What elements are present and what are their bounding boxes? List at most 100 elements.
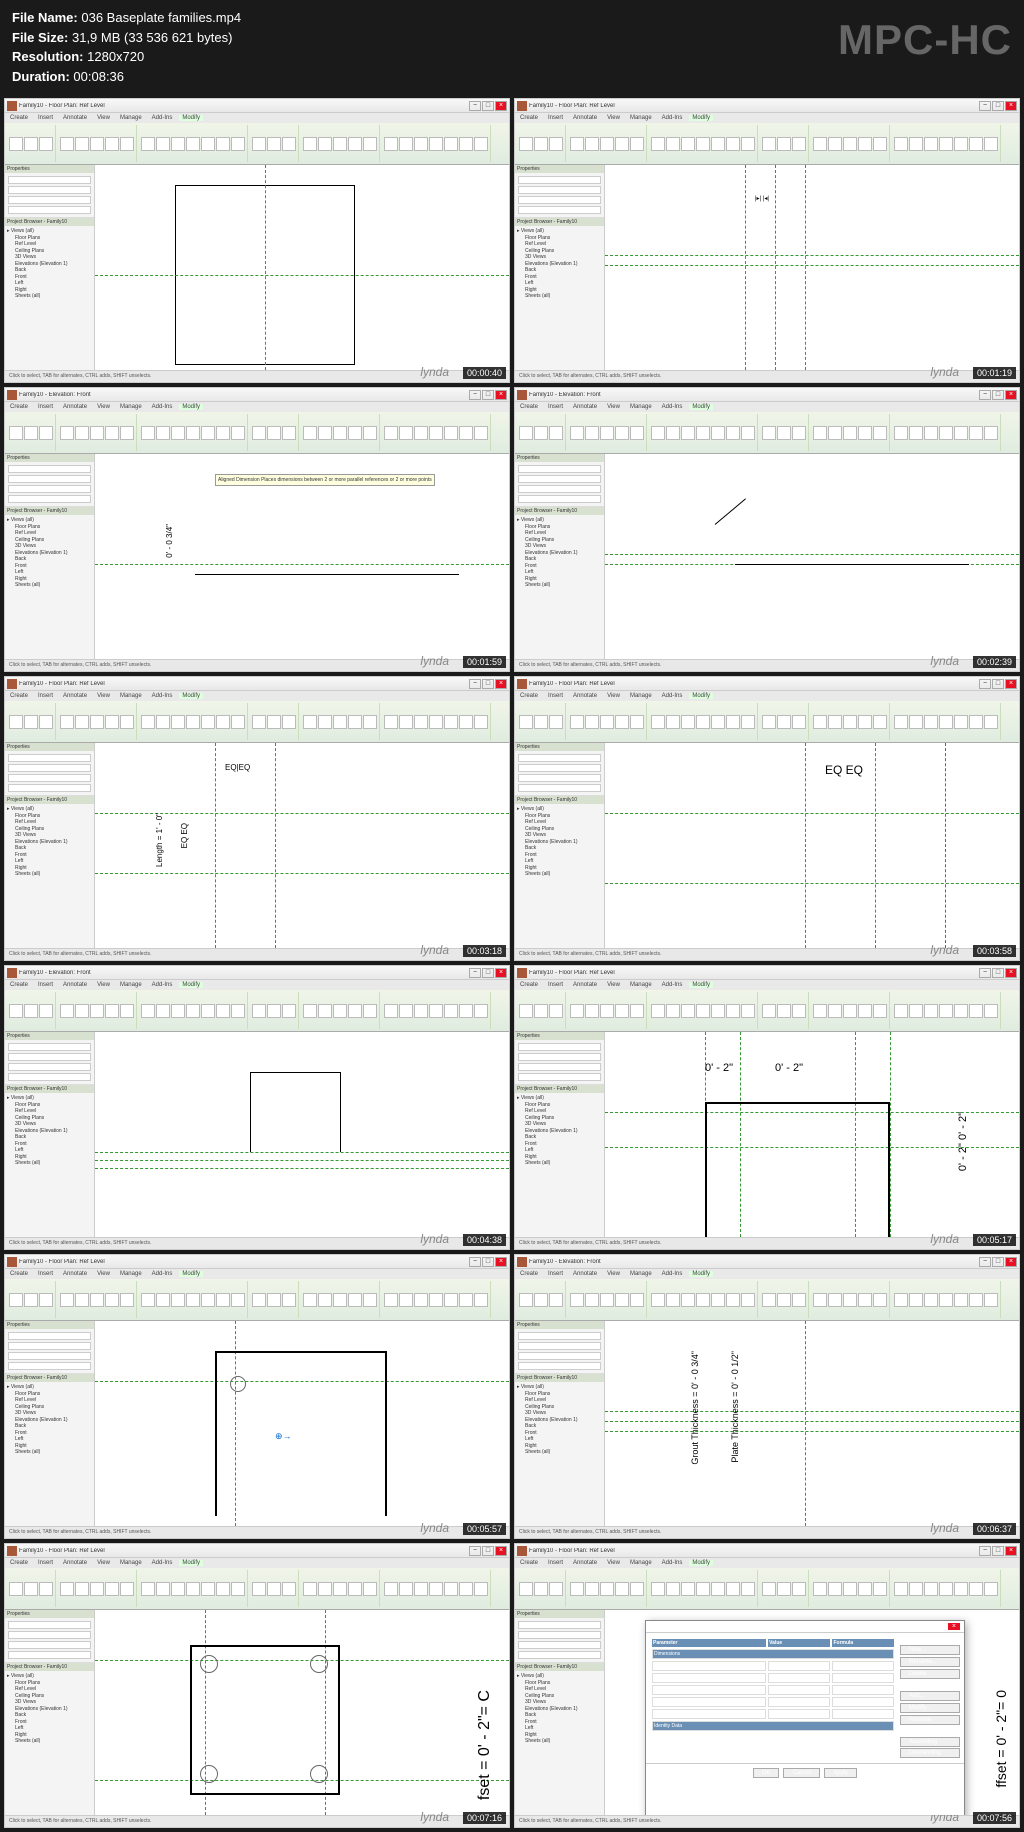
video-thumbnail[interactable]: Family10 - Elevation: Front − □ × Create…: [514, 387, 1020, 672]
ribbon-button[interactable]: ▪: [60, 1004, 74, 1018]
ribbon-tab[interactable]: Modify: [689, 1560, 713, 1566]
ribbon-button[interactable]: ▪: [570, 426, 584, 440]
ribbon-button[interactable]: ▪: [24, 1582, 38, 1596]
ribbon-button[interactable]: ▪: [348, 1582, 362, 1596]
drawing-canvas[interactable]: Aligned Dimension Places dimensions betw…: [95, 454, 509, 659]
ribbon-button[interactable]: ▪: [429, 715, 443, 729]
ribbon-button[interactable]: ▪: [399, 1293, 413, 1307]
ribbon-button[interactable]: ▪: [171, 1293, 185, 1307]
ribbon-button[interactable]: ▪: [615, 1293, 629, 1307]
maximize-button[interactable]: □: [482, 390, 494, 400]
maximize-button[interactable]: □: [992, 968, 1004, 978]
ribbon-button[interactable]: ▪: [792, 1004, 806, 1018]
ribbon-button[interactable]: ▪: [711, 1293, 725, 1307]
ribbon-tab[interactable]: Modify: [179, 404, 203, 410]
ribbon-tab[interactable]: Annotate: [570, 1271, 600, 1277]
ribbon-button[interactable]: ▪: [429, 1004, 443, 1018]
ribbon-button[interactable]: ▪: [252, 426, 266, 440]
property-field[interactable]: [518, 1332, 601, 1340]
property-field[interactable]: [518, 1053, 601, 1061]
ribbon-button[interactable]: ▪: [534, 1004, 548, 1018]
close-button[interactable]: ×: [1005, 1257, 1017, 1267]
close-button[interactable]: ×: [495, 1546, 507, 1556]
ribbon-button[interactable]: ▪: [231, 1004, 245, 1018]
ribbon-button[interactable]: ▪: [600, 137, 614, 151]
ribbon-button[interactable]: ▪: [777, 137, 791, 151]
dialog-param-button[interactable]: Remove: [900, 1715, 960, 1725]
ribbon-button[interactable]: ▪: [711, 137, 725, 151]
ribbon-button[interactable]: ▪: [762, 426, 776, 440]
ribbon-button[interactable]: ▪: [534, 137, 548, 151]
ribbon-button[interactable]: ▪: [828, 137, 842, 151]
ribbon-button[interactable]: ▪: [474, 426, 488, 440]
ribbon-button[interactable]: ▪: [459, 137, 473, 151]
ribbon-button[interactable]: ▪: [24, 137, 38, 151]
ribbon-button[interactable]: ▪: [216, 1004, 230, 1018]
ribbon-button[interactable]: ▪: [858, 715, 872, 729]
ribbon-button[interactable]: ▪: [201, 137, 215, 151]
ribbon-button[interactable]: ▪: [459, 715, 473, 729]
ribbon-button[interactable]: ▪: [894, 1004, 908, 1018]
ribbon-button[interactable]: ▪: [348, 1293, 362, 1307]
project-browser[interactable]: ▸ Views (all)Floor PlansRef LevelCeiling…: [515, 804, 604, 880]
video-thumbnail[interactable]: Family10 - Elevation: Front − □ × Create…: [4, 965, 510, 1250]
ribbon-button[interactable]: ▪: [762, 1582, 776, 1596]
property-field[interactable]: [8, 1342, 91, 1350]
maximize-button[interactable]: □: [482, 968, 494, 978]
ribbon-button[interactable]: ▪: [894, 1582, 908, 1596]
ribbon-button[interactable]: ▪: [156, 1582, 170, 1596]
close-button[interactable]: ×: [1005, 1546, 1017, 1556]
property-field[interactable]: [518, 784, 601, 792]
ribbon-button[interactable]: ▪: [969, 1582, 983, 1596]
ribbon-button[interactable]: ▪: [348, 426, 362, 440]
ribbon-tab[interactable]: Create: [7, 982, 31, 988]
ribbon-button[interactable]: ▪: [186, 137, 200, 151]
ribbon-button[interactable]: ▪: [216, 1293, 230, 1307]
ribbon-button[interactable]: ▪: [762, 1004, 776, 1018]
ribbon-button[interactable]: ▪: [600, 426, 614, 440]
ribbon-button[interactable]: ▪: [858, 137, 872, 151]
property-field[interactable]: [8, 186, 91, 194]
dialog-side-button[interactable]: Delete: [900, 1669, 960, 1679]
ribbon-button[interactable]: ▪: [384, 1293, 398, 1307]
ribbon-tab[interactable]: Annotate: [570, 1560, 600, 1566]
ribbon-button[interactable]: ▪: [726, 426, 740, 440]
ribbon-button[interactable]: ▪: [894, 426, 908, 440]
ribbon-tab[interactable]: Insert: [545, 982, 566, 988]
ribbon-button[interactable]: ▪: [534, 1582, 548, 1596]
property-field[interactable]: [518, 1073, 601, 1081]
ribbon-button[interactable]: ▪: [954, 715, 968, 729]
ribbon-button[interactable]: ▪: [414, 1004, 428, 1018]
ribbon-button[interactable]: ▪: [24, 715, 38, 729]
ribbon-button[interactable]: ▪: [777, 1004, 791, 1018]
ribbon-button[interactable]: ▪: [105, 1582, 119, 1596]
ribbon-tab[interactable]: Add-Ins: [659, 404, 686, 410]
ribbon-button[interactable]: ▪: [9, 137, 23, 151]
ribbon-tab[interactable]: View: [604, 982, 623, 988]
project-browser[interactable]: ▸ Views (all)Floor PlansRef LevelCeiling…: [515, 1382, 604, 1458]
ribbon-button[interactable]: ▪: [318, 426, 332, 440]
ribbon-button[interactable]: ▪: [600, 715, 614, 729]
ribbon-tab[interactable]: Insert: [35, 982, 56, 988]
ribbon-button[interactable]: ▪: [105, 715, 119, 729]
ribbon-button[interactable]: ▪: [156, 137, 170, 151]
ribbon-button[interactable]: ▪: [171, 1582, 185, 1596]
ribbon-tab[interactable]: Annotate: [60, 404, 90, 410]
ribbon-button[interactable]: ▪: [969, 715, 983, 729]
property-field[interactable]: [518, 764, 601, 772]
project-browser[interactable]: ▸ Views (all)Floor PlansRef LevelCeiling…: [5, 804, 94, 880]
ribbon-tab[interactable]: Modify: [689, 693, 713, 699]
ribbon-tab[interactable]: Modify: [689, 115, 713, 121]
ribbon-button[interactable]: ▪: [267, 1582, 281, 1596]
ribbon-button[interactable]: ▪: [267, 137, 281, 151]
ribbon-button[interactable]: ▪: [105, 1004, 119, 1018]
ribbon-button[interactable]: ▪: [348, 715, 362, 729]
dialog-button[interactable]: OK: [753, 1768, 780, 1778]
ribbon-button[interactable]: ▪: [282, 1582, 296, 1596]
ribbon-button[interactable]: ▪: [924, 426, 938, 440]
property-field[interactable]: [518, 1342, 601, 1350]
ribbon-button[interactable]: ▪: [459, 1293, 473, 1307]
ribbon-button[interactable]: ▪: [429, 137, 443, 151]
property-field[interactable]: [8, 764, 91, 772]
ribbon-button[interactable]: ▪: [9, 1293, 23, 1307]
